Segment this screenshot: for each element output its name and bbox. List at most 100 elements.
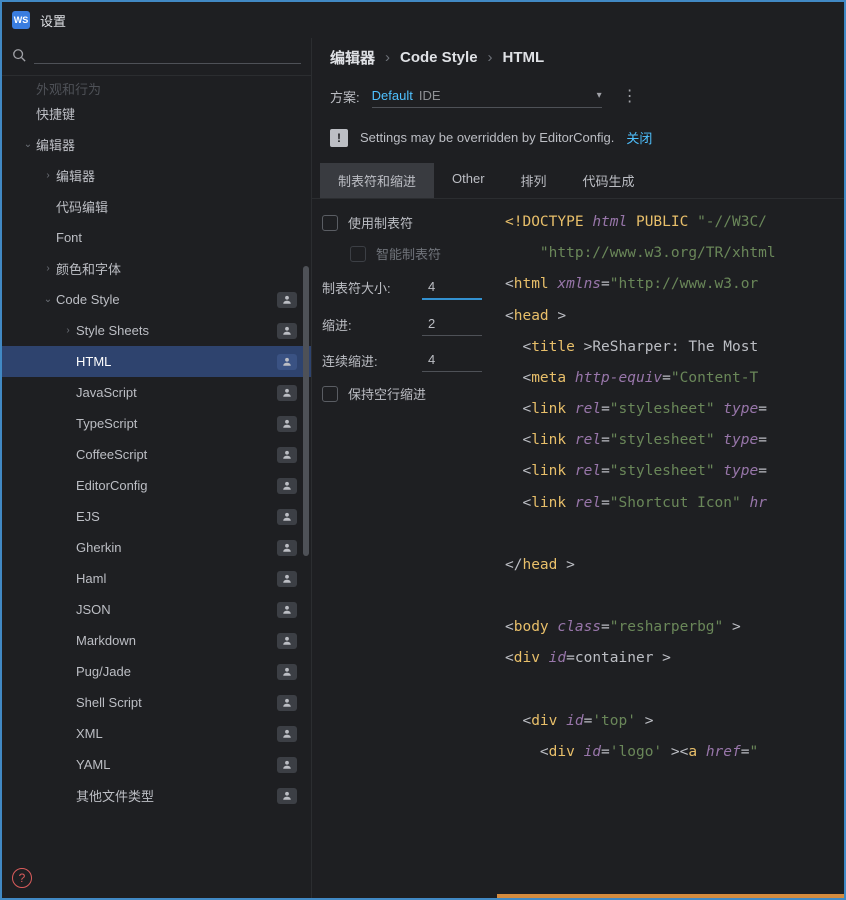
tree-item-label: Font	[56, 230, 297, 245]
sidebar-footer: ?	[2, 858, 311, 898]
scheme-badge-icon	[277, 292, 297, 308]
scrollbar-thumb[interactable]	[303, 266, 309, 556]
chevron-right-icon: ›	[385, 49, 390, 66]
chevron-right-icon[interactable]: ›	[40, 263, 56, 274]
tree-item[interactable]: ›颜色和字体	[2, 253, 311, 284]
tree-item[interactable]: CoffeeScript	[2, 439, 311, 470]
cont-indent-input[interactable]: 4	[422, 348, 482, 372]
tree-item[interactable]: ⌄Code Style	[2, 284, 311, 315]
tree-item[interactable]: Markdown	[2, 625, 311, 656]
tree-item-label: 其他文件类型	[76, 786, 277, 805]
scheme-badge-icon	[277, 695, 297, 711]
scheme-badge-icon	[277, 571, 297, 587]
tab-codegen[interactable]: 代码生成	[565, 163, 653, 198]
tree-item[interactable]: 外观和行为	[2, 82, 311, 98]
app-icon: WS	[12, 11, 30, 29]
breadcrumb: 编辑器 › Code Style › HTML	[312, 38, 844, 76]
tree-item[interactable]: JSON	[2, 594, 311, 625]
scheme-badge-icon	[277, 478, 297, 494]
banner-close-link[interactable]: 关闭	[626, 128, 652, 147]
tree-item[interactable]: 其他文件类型	[2, 780, 311, 811]
tree-item[interactable]: TypeScript	[2, 408, 311, 439]
tab-size-label: 制表符大小:	[322, 278, 412, 297]
use-tab-row[interactable]: 使用制表符	[322, 213, 497, 232]
use-tab-checkbox[interactable]	[322, 215, 338, 231]
code-preview: <!DOCTYPE html PUBLIC "-//W3C/ "http://w…	[497, 199, 844, 898]
tree-item-label: Markdown	[76, 633, 277, 648]
breadcrumb-item[interactable]: Code Style	[400, 49, 478, 66]
horizontal-scrollbar[interactable]	[497, 894, 844, 898]
tree-item-label: 编辑器	[56, 166, 297, 185]
tree-item[interactable]: 代码编辑	[2, 191, 311, 222]
tree-item-label: YAML	[76, 757, 277, 772]
scheme-select[interactable]: Default IDE ▾	[372, 84, 602, 108]
scheme-badge-icon	[277, 602, 297, 618]
tree-item-label: Style Sheets	[76, 323, 277, 338]
tab-arrangement[interactable]: 排列	[503, 163, 565, 198]
scheme-value-primary: Default	[372, 88, 413, 103]
settings-tree: 外观和行为快捷键⌄编辑器›编辑器代码编辑Font›颜色和字体⌄Code Styl…	[2, 76, 311, 858]
tree-item[interactable]: ›Style Sheets	[2, 315, 311, 346]
tree-item[interactable]: Font	[2, 222, 311, 253]
breadcrumb-item[interactable]: 编辑器	[330, 47, 375, 68]
scheme-badge-icon	[277, 354, 297, 370]
chevron-right-icon[interactable]: ›	[40, 170, 56, 181]
tree-item-label: JavaScript	[76, 385, 277, 400]
scheme-badge-icon	[277, 726, 297, 742]
tree-item-label: Code Style	[56, 292, 277, 307]
scheme-badge-icon	[277, 385, 297, 401]
chevron-down-icon[interactable]: ⌄	[40, 294, 56, 305]
scheme-badge-icon	[277, 633, 297, 649]
scheme-badge-icon	[277, 416, 297, 432]
indent-input[interactable]: 2	[422, 312, 482, 336]
tree-item-label: HTML	[76, 354, 277, 369]
keep-blank-row[interactable]: 保持空行缩进	[322, 384, 497, 403]
tree-item-label: 快捷键	[36, 104, 297, 123]
tree-item-label: Shell Script	[76, 695, 277, 710]
cont-indent-label: 连续缩进:	[322, 351, 412, 370]
tree-item[interactable]: Shell Script	[2, 687, 311, 718]
scheme-badge-icon	[277, 509, 297, 525]
chevron-right-icon: ›	[488, 49, 493, 66]
tree-item[interactable]: Gherkin	[2, 532, 311, 563]
scheme-badge-icon	[277, 447, 297, 463]
tree-item[interactable]: ⌄编辑器	[2, 129, 311, 160]
titlebar: WS 设置	[2, 2, 844, 38]
tree-item[interactable]: Haml	[2, 563, 311, 594]
chevron-down-icon[interactable]: ⌄	[20, 139, 36, 150]
form-column: 使用制表符 智能制表符 制表符大小: 4 缩进: 2 连续缩进: 4	[312, 199, 497, 898]
scheme-value-secondary: IDE	[419, 88, 441, 103]
search-input[interactable]	[34, 63, 301, 64]
search-icon[interactable]	[12, 48, 26, 65]
tree-item[interactable]: Pug/Jade	[2, 656, 311, 687]
tree-item[interactable]: EJS	[2, 501, 311, 532]
tab-other[interactable]: Other	[434, 163, 503, 198]
preview-code: <!DOCTYPE html PUBLIC "-//W3C/ "http://w…	[505, 207, 844, 768]
scheme-badge-icon	[277, 788, 297, 804]
help-icon[interactable]: ?	[12, 868, 32, 888]
tree-item-label: 颜色和字体	[56, 259, 297, 278]
tree-item-label: Haml	[76, 571, 277, 586]
tree-item[interactable]: HTML	[2, 346, 311, 377]
tree-item[interactable]: YAML	[2, 749, 311, 780]
tree-item-label: EJS	[76, 509, 277, 524]
tabs: 制表符和缩进 Other 排列 代码生成	[312, 163, 844, 199]
sidebar: 外观和行为快捷键⌄编辑器›编辑器代码编辑Font›颜色和字体⌄Code Styl…	[2, 38, 312, 898]
tree-item[interactable]: EditorConfig	[2, 470, 311, 501]
use-tab-label: 使用制表符	[348, 213, 413, 232]
keep-blank-checkbox[interactable]	[322, 386, 338, 402]
tab-tabs-indent[interactable]: 制表符和缩进	[320, 163, 434, 198]
tree-item[interactable]: JavaScript	[2, 377, 311, 408]
tree-item-label: 代码编辑	[56, 197, 297, 216]
tree-item[interactable]: XML	[2, 718, 311, 749]
more-icon[interactable]: ⋮	[614, 86, 646, 106]
tree-item[interactable]: 快捷键	[2, 98, 311, 129]
tree-item-label: CoffeeScript	[76, 447, 277, 462]
tree-item[interactable]: ›编辑器	[2, 160, 311, 191]
tab-size-input[interactable]: 4	[422, 275, 482, 300]
main-panel: 编辑器 › Code Style › HTML 方案: Default IDE …	[312, 38, 844, 898]
scheme-label: 方案:	[330, 87, 360, 106]
chevron-right-icon[interactable]: ›	[60, 325, 76, 336]
scheme-row: 方案: Default IDE ▾ ⋮	[312, 76, 844, 116]
tree-item-label: Gherkin	[76, 540, 277, 555]
